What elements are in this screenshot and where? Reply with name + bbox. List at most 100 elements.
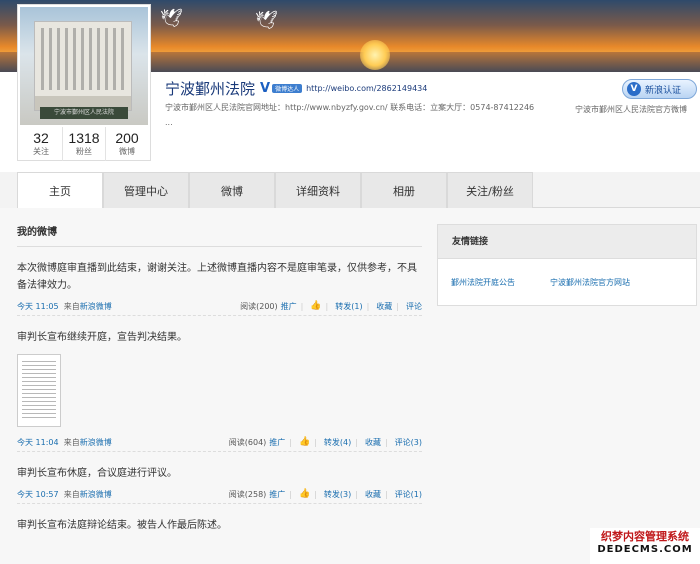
- like-icon[interactable]: 👍: [299, 489, 310, 499]
- stat-weibo[interactable]: 200 微博: [106, 127, 148, 161]
- post-source: 来自新浪微博: [61, 302, 112, 311]
- divider: |: [384, 489, 388, 499]
- profile-name-row: 宁波鄞州法院 V 微博达人 http://weibo.com/286214943…: [165, 78, 427, 99]
- comment-link[interactable]: 评论: [406, 301, 422, 312]
- divider: |: [300, 301, 304, 311]
- post-text: 审判长宣布休庭，合议庭进行评议。: [17, 468, 177, 479]
- post-source-prefix: 来自: [63, 437, 80, 447]
- post-source-link[interactable]: 新浪微博: [80, 490, 112, 499]
- stat-label: 关注: [33, 147, 49, 156]
- profile-info-more[interactable]: ...: [165, 115, 565, 130]
- comment-link[interactable]: 评论(3): [395, 437, 422, 448]
- divider: |: [355, 437, 358, 447]
- like-icon[interactable]: 👍: [310, 301, 321, 311]
- stat-label: 微博: [119, 147, 135, 156]
- tab-follow-fans[interactable]: 关注/粉丝: [447, 172, 533, 208]
- divider: |: [355, 489, 358, 499]
- courthouse-image: [34, 21, 132, 111]
- post-source: 来自新浪微博: [61, 490, 112, 499]
- read-count: 阅读(200): [240, 301, 278, 311]
- divider: |: [384, 437, 388, 447]
- weibo-feed: 我的微博 本次微博庭审直播到此结束，谢谢关注。上述微博直播内容不是庭审笔录，仅供…: [17, 208, 422, 534]
- profile-stats: 32 关注 1318 粉丝 200 微博: [20, 127, 148, 161]
- post-source-prefix: 来自: [63, 489, 80, 499]
- like-icon[interactable]: 👍: [299, 437, 310, 447]
- post-image-thumbnail[interactable]: [17, 354, 61, 427]
- post-source-link[interactable]: 新浪微博: [80, 302, 112, 311]
- divider: |: [325, 301, 329, 311]
- forward-link[interactable]: 转发(1): [335, 301, 362, 312]
- post-actions: 阅读(604) 推广 | 👍 | 转发(4) | 收藏 | 评论(3): [226, 437, 422, 448]
- list-item: 本次微博庭审直播到此结束，谢谢关注。上述微博直播内容不是庭审笔录，仅供参考，不具…: [17, 247, 422, 316]
- comment-link[interactable]: 评论(1): [395, 489, 422, 500]
- avatar-plate: 宁波市鄞州区人民法院: [40, 107, 128, 119]
- post-source: 来自新浪微博: [61, 438, 112, 447]
- forward-link[interactable]: 转发(3): [324, 489, 351, 500]
- list-item: 审判长宣布继续开庭，宣告判决结果。 今天 11:04 来自新浪微博 阅读(604…: [17, 316, 422, 452]
- friend-link-court-notice[interactable]: 鄞州法院开庭公告: [451, 277, 515, 288]
- favorite-link[interactable]: 收藏: [365, 437, 381, 448]
- avatar-card: 宁波市鄞州区人民法院 32 关注 1318 粉丝 200 微博: [17, 4, 151, 161]
- post-text: 审判长宣布继续开庭，宣告判决结果。: [17, 332, 187, 343]
- post-text: 审判长宣布法庭辩论结束。被告人作最后陈述。: [17, 520, 227, 531]
- sina-verify-button[interactable]: V 新浪认证: [622, 79, 697, 99]
- divider: |: [314, 437, 317, 447]
- friend-links-panel: 友情链接 鄞州法院开庭公告 宁波鄞州法院官方网站: [437, 224, 697, 306]
- promote-link[interactable]: 推广: [269, 489, 285, 500]
- divider: |: [366, 301, 370, 311]
- talent-badge[interactable]: 微博达人: [272, 84, 303, 93]
- watermark-line1: 织梦内容管理系统: [601, 530, 689, 543]
- post-meta: 今天 11:04 来自新浪微博 阅读(604) 推广 | 👍 | 转发(4) |…: [17, 433, 422, 451]
- dove-icon: 🕊: [160, 8, 183, 29]
- post-meta: 今天 11:05 来自新浪微博 阅读(200) 推广 | 👍 | 转发(1) |…: [17, 297, 422, 315]
- post-text: 本次微博庭审直播到此结束，谢谢关注。上述微博直播内容不是庭审笔录，仅供参考，不具…: [17, 263, 417, 291]
- post-time[interactable]: 今天 11:05: [17, 302, 59, 311]
- post-source-prefix: 来自: [63, 301, 80, 311]
- weibo-url-link[interactable]: http://weibo.com/2862149434: [306, 84, 427, 93]
- main-content: 我的微博 本次微博庭审直播到此结束，谢谢关注。上述微博直播内容不是庭审笔录，仅供…: [0, 208, 700, 564]
- stat-following[interactable]: 32 关注: [20, 127, 63, 161]
- post-time[interactable]: 今天 11:04: [17, 438, 59, 447]
- tab-profile-details[interactable]: 详细资料: [275, 172, 361, 208]
- tab-admin[interactable]: 管理中心: [103, 172, 189, 208]
- favorite-link[interactable]: 收藏: [376, 301, 392, 312]
- stat-number: 1318: [68, 130, 100, 146]
- watermark-logo: 织梦内容管理系统 DEDECMS.COM: [590, 528, 700, 564]
- list-item: 审判长宣布休庭，合议庭进行评议。 今天 10:57 来自新浪微博 阅读(258)…: [17, 452, 422, 504]
- banner-sun: [360, 40, 390, 70]
- tab-home[interactable]: 主页: [17, 172, 103, 208]
- post-actions: 阅读(200) 推广 | 👍 | 转发(1) | 收藏 | 评论: [237, 301, 422, 312]
- post-source-link[interactable]: 新浪微博: [80, 438, 112, 447]
- profile-tabs: 主页 管理中心 微博 详细资料 相册 关注/粉丝: [17, 172, 700, 208]
- post-time[interactable]: 今天 10:57: [17, 490, 59, 499]
- tab-weibo[interactable]: 微博: [189, 172, 275, 208]
- divider: |: [396, 301, 399, 311]
- verify-v-icon: V: [627, 82, 641, 96]
- watermark-line2: DEDECMS.COM: [597, 544, 693, 555]
- promote-link[interactable]: 推广: [281, 301, 297, 312]
- forward-link[interactable]: 转发(4): [324, 437, 351, 448]
- verify-button-label: 新浪认证: [645, 85, 682, 96]
- profile-name: 宁波鄞州法院: [165, 80, 256, 98]
- post-actions: 阅读(258) 推广 | 👍 | 转发(3) | 收藏 | 评论(1): [226, 489, 422, 500]
- post-meta: 今天 10:57 来自新浪微博 阅读(258) 推广 | 👍 | 转发(3) |…: [17, 485, 422, 503]
- friend-link-court-site[interactable]: 宁波鄞州法院官方网站: [550, 277, 630, 288]
- divider: |: [289, 489, 292, 499]
- dove-icon: 🕊: [255, 10, 278, 31]
- avatar[interactable]: 宁波市鄞州区人民法院: [20, 7, 148, 125]
- stat-number: 32: [33, 130, 49, 146]
- read-count: 阅读(258): [228, 489, 267, 499]
- stat-number: 200: [115, 130, 139, 146]
- profile-info-line: 宁波市鄞州区人民法院官网地址：http://www.nbyzfy.gov.cn/…: [165, 103, 535, 112]
- profile-info: 宁波市鄞州区人民法院官网地址：http://www.nbyzfy.gov.cn/…: [165, 100, 565, 130]
- promote-link[interactable]: 推广: [269, 437, 285, 448]
- friend-links-title: 友情链接: [438, 225, 696, 259]
- read-count: 阅读(604): [228, 437, 267, 447]
- stat-followers[interactable]: 1318 粉丝: [63, 127, 106, 161]
- list-item: 审判长宣布法庭辩论结束。被告人作最后陈述。: [17, 504, 422, 534]
- favorite-link[interactable]: 收藏: [365, 489, 381, 500]
- feed-title: 我的微博: [17, 208, 422, 247]
- tab-album[interactable]: 相册: [361, 172, 447, 208]
- verified-icon[interactable]: V: [260, 81, 270, 96]
- stat-label: 粉丝: [76, 147, 92, 156]
